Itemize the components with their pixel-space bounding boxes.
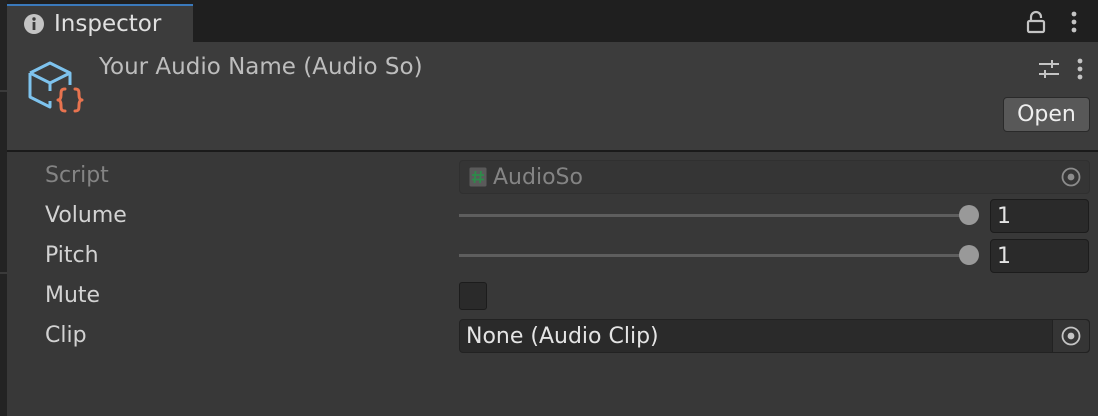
pitch-slider-thumb[interactable] [959, 245, 979, 265]
clip-field[interactable]: None (Audio Clip) [459, 319, 1090, 353]
csharp-script-icon [469, 167, 487, 187]
target-icon [1061, 326, 1081, 346]
tab-bar: Inspector [7, 0, 1098, 42]
pitch-input[interactable]: 1 [990, 239, 1089, 273]
pitch-label: Pitch [45, 243, 99, 268]
clip-picker-button[interactable] [1052, 320, 1089, 352]
volume-slider-thumb[interactable] [959, 205, 979, 225]
lock-icon[interactable] [1025, 10, 1047, 34]
script-field: AudioSo [459, 160, 1090, 194]
clip-label: Clip [45, 323, 87, 348]
tab-label: Inspector [54, 11, 162, 37]
mute-checkbox[interactable] [459, 282, 487, 310]
open-button[interactable]: Open [1003, 97, 1090, 132]
object-picker [1053, 161, 1089, 193]
volume-slider[interactable] [459, 214, 969, 217]
edge-mark [0, 90, 7, 92]
properties-panel: Script AudioSo Volume 1 Pitch 1 Mute Cli… [7, 152, 1098, 416]
volume-label: Volume [45, 203, 127, 228]
presets-icon[interactable] [1037, 57, 1061, 81]
pitch-slider[interactable] [459, 254, 969, 257]
more-options-icon[interactable] [1067, 10, 1081, 34]
mute-label: Mute [45, 283, 101, 308]
volume-input[interactable]: 1 [990, 199, 1089, 233]
script-label: Script [45, 163, 109, 188]
inspector-header: Your Audio Name (Audio So) Open [7, 42, 1098, 150]
clip-value: None (Audio Clip) [466, 323, 659, 349]
target-icon [1061, 167, 1081, 187]
edge-mark [0, 272, 7, 274]
scriptable-object-icon [28, 61, 84, 113]
script-value: AudioSo [493, 164, 583, 190]
object-title: Your Audio Name (Audio So) [99, 54, 423, 80]
more-options-icon[interactable] [1073, 57, 1087, 81]
info-icon [24, 14, 44, 34]
tab-inspector[interactable]: Inspector [7, 4, 193, 42]
left-panel-edge [0, 0, 7, 416]
